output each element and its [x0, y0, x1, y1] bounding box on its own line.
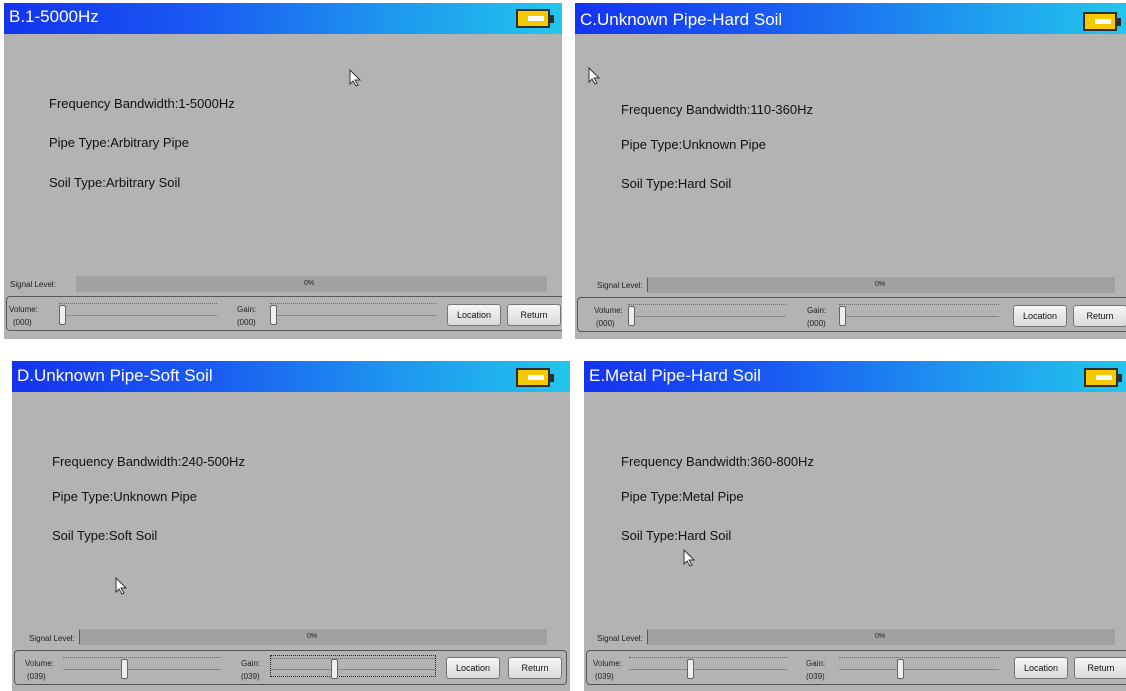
volume-label: Volume: — [9, 305, 38, 314]
title-bar: B.1-5000Hz — [4, 3, 562, 34]
volume-value: (039) — [595, 672, 614, 681]
signal-level-percent: 0% — [875, 281, 886, 288]
soil-type: Soil Type:Hard Soil — [621, 528, 732, 543]
control-bar: Volume: (039) Gain: (039) Location Retur… — [14, 650, 567, 685]
volume-slider-thumb[interactable] — [121, 659, 128, 679]
frequency-bandwidth: Frequency Bandwidth:360-800Hz — [621, 454, 814, 469]
location-button[interactable]: Location — [447, 304, 501, 326]
signal-level-percent: 0% — [304, 280, 315, 287]
window-title: C.Unknown Pipe-Hard Soil — [580, 10, 783, 29]
volume-slider[interactable] — [59, 303, 217, 325]
volume-value: (000) — [596, 319, 615, 328]
gain-label: Gain: — [807, 306, 827, 315]
volume-value: (000) — [13, 318, 32, 327]
gain-slider[interactable] — [270, 655, 436, 679]
panel-b: B.1-5000Hz Frequency Bandwidth:1-5000Hz … — [4, 3, 562, 339]
signal-level-bar: 0% — [76, 276, 547, 292]
battery-icon — [516, 9, 554, 28]
signal-level-label: Signal Level: — [597, 281, 643, 290]
gain-slider[interactable] — [270, 303, 436, 325]
gain-label: Gain: — [241, 659, 261, 668]
volume-slider-thumb[interactable] — [687, 659, 694, 679]
volume-label: Volume: — [594, 306, 623, 315]
signal-level-label: Signal Level: — [10, 280, 56, 289]
gain-slider-thumb[interactable] — [839, 306, 846, 326]
signal-level-percent: 0% — [875, 633, 886, 640]
frequency-bandwidth: Frequency Bandwidth:240-500Hz — [52, 454, 245, 469]
control-bar: Volume: (039) Gain: (039) Location Retur… — [586, 650, 1126, 685]
control-bar: Volume: (000) Gain: (000) Location Retur… — [577, 297, 1126, 332]
battery-icon — [516, 368, 554, 387]
volume-slider[interactable] — [629, 657, 787, 679]
soil-type: Soil Type:Soft Soil — [52, 528, 158, 543]
pipe-type: Pipe Type:Arbitrary Pipe — [49, 135, 189, 150]
panel-d: D.Unknown Pipe-Soft Soil Frequency Bandw… — [12, 361, 570, 691]
volume-value: (039) — [27, 672, 46, 681]
location-button[interactable]: Location — [1014, 657, 1068, 679]
title-bar: D.Unknown Pipe-Soft Soil — [12, 361, 570, 392]
frequency-bandwidth: Frequency Bandwidth:110-360Hz — [621, 102, 813, 117]
gain-slider-thumb[interactable] — [897, 659, 904, 679]
pipe-type: Pipe Type:Metal Pipe — [621, 489, 744, 504]
volume-slider[interactable] — [628, 304, 786, 326]
gain-slider-thumb[interactable] — [331, 659, 338, 679]
volume-slider-thumb[interactable] — [628, 306, 635, 326]
signal-level-label: Signal Level: — [29, 634, 75, 643]
gain-slider-thumb[interactable] — [270, 305, 277, 325]
window-title: E.Metal Pipe-Hard Soil — [589, 366, 761, 385]
window-title: B.1-5000Hz — [9, 7, 99, 26]
volume-slider[interactable] — [63, 657, 221, 679]
location-button[interactable]: Location — [1013, 305, 1067, 327]
panel-c: C.Unknown Pipe-Hard Soil Frequency Bandw… — [575, 3, 1126, 339]
soil-type: Soil Type:Hard Soil — [621, 176, 732, 191]
gain-label: Gain: — [806, 659, 826, 668]
gain-value: (039) — [241, 672, 260, 681]
panel-e: E.Metal Pipe-Hard Soil Frequency Bandwid… — [584, 361, 1126, 691]
return-button[interactable]: Return — [1073, 305, 1126, 327]
signal-level-bar: 0% — [647, 277, 1115, 293]
volume-slider-thumb[interactable] — [59, 305, 66, 325]
gain-value: (000) — [807, 319, 826, 328]
gain-value: (039) — [806, 672, 825, 681]
gain-label: Gain: — [237, 305, 257, 314]
gain-slider[interactable] — [839, 657, 999, 679]
signal-level-percent: 0% — [307, 633, 318, 640]
return-button[interactable]: Return — [1074, 657, 1126, 679]
pipe-type: Pipe Type:Unknown Pipe — [621, 137, 767, 152]
control-bar: Volume: (000) Gain: (000) Location Retur… — [6, 296, 562, 331]
frequency-bandwidth: Frequency Bandwidth:1-5000Hz — [49, 96, 235, 111]
gain-value: (000) — [237, 318, 256, 327]
signal-level-bar: 0% — [79, 629, 547, 645]
return-button[interactable]: Return — [507, 304, 561, 326]
window-title: D.Unknown Pipe-Soft Soil — [17, 366, 213, 385]
pipe-type: Pipe Type:Unknown Pipe — [52, 489, 198, 504]
return-button[interactable]: Return — [508, 657, 562, 679]
soil-type: Soil Type:Arbitrary Soil — [49, 175, 181, 190]
battery-icon — [1083, 12, 1121, 31]
title-bar: E.Metal Pipe-Hard Soil — [584, 361, 1126, 392]
signal-level-bar: 0% — [647, 629, 1115, 645]
signal-level-label: Signal Level: — [597, 634, 643, 643]
gain-slider[interactable] — [839, 304, 999, 326]
title-bar: C.Unknown Pipe-Hard Soil — [575, 3, 1126, 34]
battery-icon — [1084, 368, 1122, 387]
volume-label: Volume: — [25, 659, 54, 668]
volume-label: Volume: — [593, 659, 622, 668]
location-button[interactable]: Location — [446, 657, 500, 679]
